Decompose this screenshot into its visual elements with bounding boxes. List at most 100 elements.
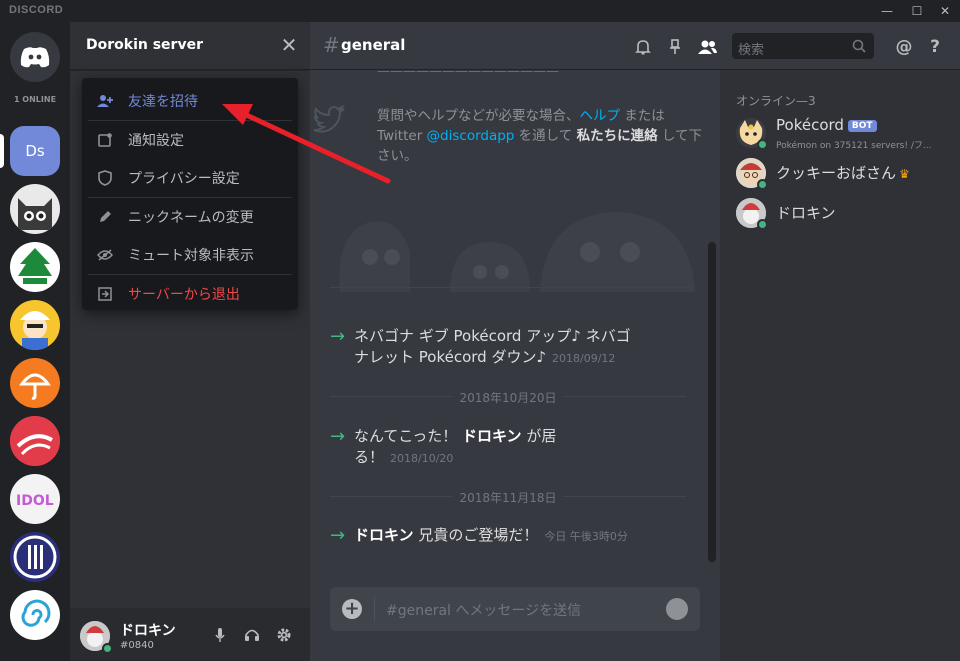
server-header[interactable]: Dorokin server ✕ bbox=[70, 22, 310, 70]
server-blue[interactable] bbox=[10, 532, 60, 582]
message-2-timestamp: 2018/10/20 bbox=[390, 452, 454, 465]
menu-item-leave-server[interactable]: サーバーから退出 bbox=[82, 275, 298, 313]
channel-hash-icon: # bbox=[323, 33, 340, 57]
menu-label-leave-server: サーバーから退出 bbox=[128, 287, 240, 303]
character-icon bbox=[20, 311, 50, 350]
server-swirl[interactable] bbox=[10, 590, 60, 640]
user-status-online bbox=[102, 643, 113, 654]
cat-avatar-icon bbox=[10, 184, 60, 234]
emoji-icon[interactable] bbox=[666, 598, 688, 620]
microphone-icon bbox=[215, 628, 225, 642]
message-input[interactable]: #general へメッセージを送信 bbox=[386, 600, 581, 620]
exit-icon bbox=[96, 285, 114, 303]
menu-label-hide-muted: ミュート対象非表示 bbox=[128, 248, 254, 264]
user-settings-button[interactable] bbox=[274, 625, 294, 645]
member-name-pokecord: Pokécord BOT bbox=[776, 116, 877, 134]
discord-logo-icon bbox=[20, 47, 50, 68]
menu-item-invite[interactable]: 友達を招待 bbox=[82, 82, 298, 120]
member-list-icon[interactable] bbox=[696, 36, 718, 58]
message-composer[interactable]: + #general へメッセージを送信 bbox=[330, 587, 700, 631]
member-activity: Pokémon on 375121 servers! /フ... bbox=[776, 141, 932, 151]
menu-label-privacy: プライバシー設定 bbox=[128, 171, 240, 187]
member-status-online bbox=[757, 219, 768, 230]
bot-badge: BOT bbox=[847, 120, 877, 132]
system-message-3: → ドロキン 兄貴のご登場だ！ 今日 午後3時0分 bbox=[330, 525, 680, 547]
message-1-line2: ナレット Pokécord ダウン♪ bbox=[354, 348, 547, 366]
home-button[interactable] bbox=[10, 32, 60, 82]
date-divider-1: 2018年10月20日 bbox=[330, 389, 686, 406]
member-name-cookie: クッキーおばさん ♛ bbox=[776, 164, 910, 182]
menu-label-invite: 友達を招待 bbox=[128, 94, 198, 110]
message-2-prefix: なんてこった！ bbox=[354, 427, 462, 445]
headphones-icon bbox=[245, 629, 259, 641]
menu-item-privacy[interactable]: プライバシー設定 bbox=[82, 159, 298, 197]
server-orange[interactable] bbox=[10, 358, 60, 408]
server-rail: 1 ONLINE Ds IDOL bbox=[0, 22, 70, 661]
eye-off-icon bbox=[96, 246, 114, 264]
maximize-button[interactable]: ☐ bbox=[902, 2, 932, 20]
member-status-online bbox=[757, 179, 768, 190]
join-arrow-icon: → bbox=[330, 426, 346, 447]
mute-button[interactable] bbox=[210, 625, 230, 645]
message-3-user[interactable]: ドロキン bbox=[354, 526, 414, 544]
server-inabaya[interactable] bbox=[10, 242, 60, 292]
message-1-line1: ネバゴナ ギブ Pokécord アップ♪ ネバゴ bbox=[354, 327, 631, 345]
system-message-1: → ネバゴナ ギブ Pokécord アップ♪ ネバゴ ナレット Pokécord… bbox=[330, 326, 650, 369]
search-input[interactable]: 検索 bbox=[738, 39, 764, 58]
pencil-icon bbox=[96, 208, 114, 226]
upload-plus-icon[interactable]: + bbox=[342, 599, 362, 619]
search-icon bbox=[852, 38, 866, 57]
menu-item-nickname[interactable]: ニックネームの変更 bbox=[82, 198, 298, 236]
member-dorokin[interactable]: ドロキン bbox=[736, 196, 956, 232]
server-cat[interactable] bbox=[10, 184, 60, 234]
wumpus-illustration-icon bbox=[339, 212, 695, 292]
help-message: 質問やヘルプなどが必要な場合、ヘルプ または Twitter @discorda… bbox=[377, 106, 702, 166]
server-yellow[interactable] bbox=[10, 300, 60, 350]
search-box[interactable]: 検索 bbox=[732, 33, 874, 59]
member-cookie[interactable]: クッキーおばさん ♛ bbox=[736, 156, 956, 192]
date-divider-2: 2018年11月18日 bbox=[330, 489, 686, 506]
twitter-handle-link[interactable]: @discordapp bbox=[427, 128, 515, 144]
server-dropdown-menu: 友達を招待 通知設定 プライバシー設定 ニックネームの変更 ミュート対象非表示 … bbox=[82, 78, 298, 310]
title-bar: DISCORD — ☐ ✕ bbox=[0, 0, 960, 22]
date-divider-1-label: 2018年10月20日 bbox=[453, 389, 563, 406]
server-name: Dorokin server bbox=[86, 37, 203, 53]
date-divider-2-label: 2018年11月18日 bbox=[453, 489, 563, 506]
deafen-button[interactable] bbox=[242, 625, 262, 645]
online-members-header: オンライン—3 bbox=[736, 94, 816, 108]
join-arrow-icon: → bbox=[330, 326, 346, 347]
emblem-icon bbox=[13, 535, 57, 579]
message-2-user[interactable]: ドロキン bbox=[462, 427, 522, 445]
help-link[interactable]: ヘルプ bbox=[580, 108, 621, 124]
notification-bell-icon[interactable] bbox=[632, 36, 654, 58]
discord-brand: DISCORD bbox=[9, 4, 64, 16]
gear-icon bbox=[277, 628, 291, 642]
channel-header-bar: # general 検索 @ ? bbox=[310, 22, 960, 70]
user-tag: #0840 bbox=[120, 640, 154, 651]
chat-scrollbar[interactable] bbox=[708, 242, 716, 562]
member-name-dorokin: ドロキン bbox=[776, 204, 836, 222]
umbrella-icon bbox=[19, 373, 51, 400]
message-1-timestamp: 2018/09/12 bbox=[552, 352, 616, 365]
server-ds[interactable]: Ds bbox=[10, 126, 60, 176]
mentions-icon[interactable]: @ bbox=[893, 36, 915, 58]
menu-item-notifications[interactable]: 通知設定 bbox=[82, 121, 298, 159]
pin-icon[interactable] bbox=[664, 36, 686, 58]
system-message-2: → なんてこった！ ドロキン が居 る！ 2018/10/20 bbox=[330, 426, 580, 469]
contact-us-link[interactable]: 私たちに連絡 bbox=[577, 128, 658, 144]
menu-item-hide-muted[interactable]: ミュート対象非表示 bbox=[82, 236, 298, 274]
close-window-button[interactable]: ✕ bbox=[930, 2, 960, 20]
minimize-button[interactable]: — bbox=[872, 2, 902, 20]
join-arrow-icon: → bbox=[330, 525, 346, 546]
idol-logo-icon: IDOL bbox=[16, 493, 54, 509]
close-menu-icon[interactable]: ✕ bbox=[278, 34, 300, 56]
member-pokecord[interactable]: Pokécord BOT Pokémon on 375121 servers! /… bbox=[736, 116, 956, 152]
server-idol[interactable]: IDOL bbox=[10, 474, 60, 524]
server-red[interactable] bbox=[10, 416, 60, 466]
welcome-divider bbox=[330, 287, 690, 288]
shield-icon bbox=[96, 169, 114, 187]
help-prefix: 質問やヘルプなどが必要な場合、 bbox=[377, 108, 580, 124]
message-3-timestamp: 今日 午後3時0分 bbox=[544, 530, 628, 543]
active-server-indicator bbox=[0, 134, 4, 168]
help-icon[interactable]: ? bbox=[924, 36, 946, 58]
